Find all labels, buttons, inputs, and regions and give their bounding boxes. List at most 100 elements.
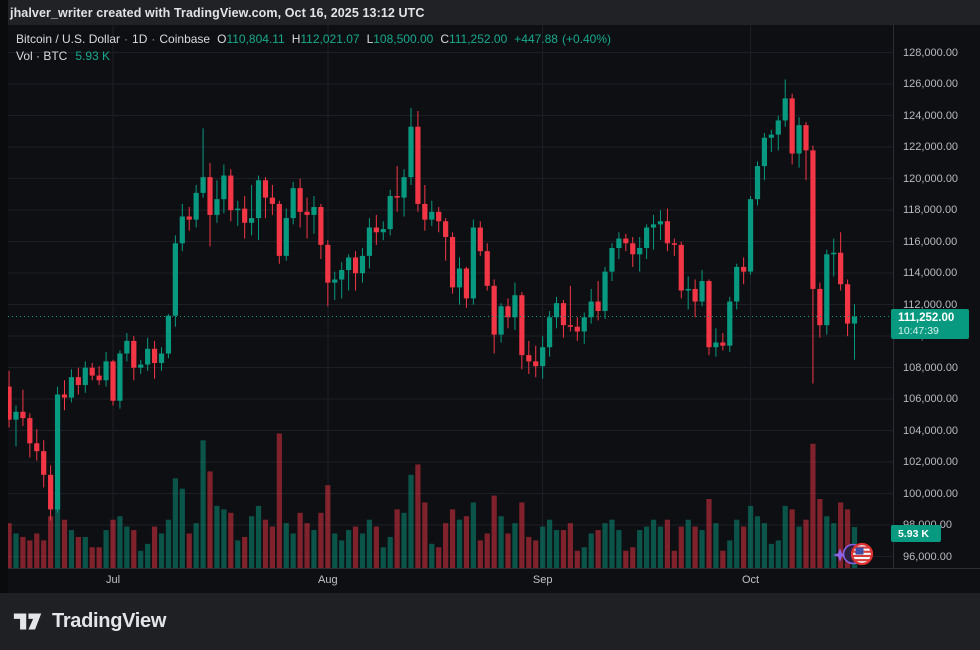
- candle: [471, 220, 476, 305]
- volume-bar: [353, 527, 358, 568]
- volume-bar: [686, 520, 691, 568]
- candle: [360, 248, 365, 283]
- candle: [568, 286, 573, 332]
- volume-bar: [69, 530, 74, 568]
- volume-bar: [679, 527, 684, 568]
- candle: [325, 240, 330, 306]
- volume-bar: [145, 544, 150, 568]
- close-value: 111,252.00: [449, 32, 507, 46]
- volume-bar: [658, 527, 663, 568]
- volume-bar: [464, 516, 469, 568]
- candle: [616, 232, 621, 259]
- legend-volume-row: Vol · BTC5.93 K: [16, 48, 611, 64]
- month-label: Aug: [318, 574, 338, 586]
- volume-bar: [672, 551, 677, 568]
- volume-bar: [796, 527, 801, 568]
- price-tick-label: 124,000.00: [903, 109, 958, 123]
- candle: [97, 366, 102, 385]
- volume-bar: [540, 527, 545, 568]
- candle: [672, 239, 677, 256]
- candle: [90, 363, 95, 380]
- month-label: Oct: [742, 574, 759, 586]
- candle: [589, 289, 594, 324]
- volume-bar: [395, 509, 400, 568]
- change-percent: (+0.40%): [562, 32, 611, 46]
- high-value: 112,021.07: [300, 32, 359, 46]
- volume-title[interactable]: Vol · BTC: [16, 49, 67, 63]
- candle: [734, 264, 739, 310]
- volume-bar: [713, 523, 718, 568]
- volume-bar: [498, 516, 503, 568]
- candle: [596, 281, 601, 320]
- candle: [561, 300, 566, 338]
- candle: [145, 338, 150, 371]
- volume-bar: [277, 433, 282, 568]
- tradingview-brand-text[interactable]: TradingView: [52, 610, 166, 633]
- legend-symbol-row: Bitcoin / U.S. Dollar·1D·CoinbaseO110,80…: [16, 31, 611, 47]
- candle: [727, 297, 732, 352]
- candle: [644, 224, 649, 259]
- change-value: +447.88: [514, 32, 558, 46]
- candle: [332, 272, 337, 300]
- bar-countdown: 10:47:39: [898, 325, 969, 337]
- volume-bar: [20, 537, 25, 568]
- candle: [783, 79, 788, 126]
- price-tick-label: 118,000.00: [903, 203, 957, 217]
- candle: [679, 242, 684, 299]
- volume-bar: [152, 527, 157, 568]
- volume-bar: [443, 523, 448, 568]
- open-value: 110,804.11: [226, 32, 284, 46]
- volume-bars: [8, 433, 857, 568]
- candlestick-chart[interactable]: [8, 25, 893, 568]
- volume-bar: [304, 523, 309, 568]
- candle: [235, 201, 240, 226]
- chart-legend: Bitcoin / U.S. Dollar·1D·CoinbaseO110,80…: [16, 31, 611, 64]
- candle: [374, 215, 379, 245]
- candle: [464, 267, 469, 308]
- price-tick-label: 100,000.00: [903, 487, 958, 501]
- volume-bar: [291, 534, 296, 569]
- candle: [651, 215, 656, 250]
- volume-bar: [803, 520, 808, 568]
- volume-bar: [665, 520, 670, 568]
- volume-bar: [492, 496, 497, 568]
- candle: [852, 304, 857, 359]
- attribution-bar: jhalver_writer created with TradingView.…: [8, 0, 980, 25]
- volume-bar: [644, 527, 649, 568]
- volume-bar: [318, 513, 323, 568]
- candle: [34, 429, 39, 461]
- volume-bar: [194, 523, 199, 568]
- tradingview-logo-icon[interactable]: [13, 609, 43, 634]
- price-tick-label: 102,000.00: [903, 455, 958, 469]
- candle: [200, 128, 205, 197]
- price-axis[interactable]: 128,000.00126,000.00124,000.00122,000.00…: [893, 25, 980, 568]
- volume-bar: [554, 530, 559, 568]
- price-tick-label: 120,000.00: [903, 172, 958, 186]
- candle: [180, 204, 185, 251]
- volume-bar: [207, 471, 212, 568]
- us-flag-event-icon[interactable]: [852, 544, 872, 564]
- candle: [748, 196, 753, 275]
- volume-bar: [97, 547, 102, 568]
- candle: [277, 201, 282, 264]
- candle: [117, 350, 122, 408]
- interval-label: 1D: [132, 32, 147, 46]
- volume-bar: [83, 537, 88, 568]
- candle: [395, 166, 400, 212]
- candle: [478, 221, 483, 256]
- volume-bar: [783, 506, 788, 568]
- candle: [304, 198, 309, 239]
- candle: [436, 207, 441, 232]
- volume-bar: [180, 489, 185, 568]
- volume-bar: [103, 530, 108, 568]
- symbol-name[interactable]: Bitcoin / U.S. Dollar: [16, 32, 120, 46]
- price-tick-label: 122,000.00: [903, 140, 958, 154]
- candle: [166, 314, 171, 358]
- volume-bar: [422, 502, 427, 568]
- footer-bar: TradingView: [0, 593, 980, 650]
- price-tick-label: 106,000.00: [903, 392, 958, 406]
- candle: [408, 108, 413, 185]
- candle: [83, 361, 88, 393]
- candle: [13, 406, 18, 447]
- volume-bar: [817, 499, 822, 568]
